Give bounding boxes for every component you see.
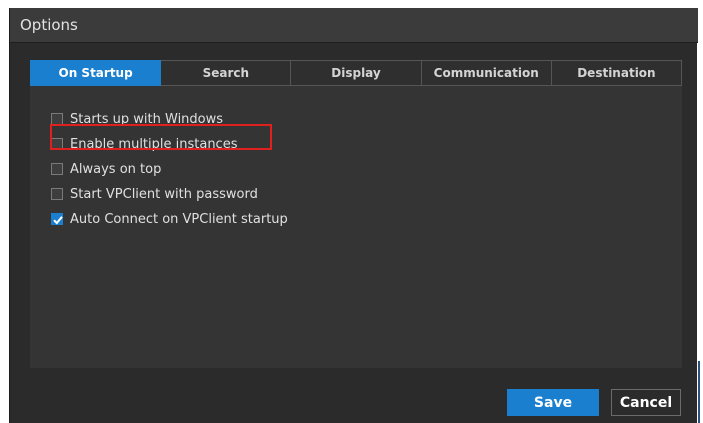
cancel-button[interactable]: Cancel [611,389,681,416]
start-with-password-checkbox[interactable] [51,188,63,200]
option-start-with-password[interactable]: Start VPClient with password [51,186,258,202]
tab-on-startup[interactable]: On Startup [30,60,162,86]
startup-options-panel: Starts up with Windows Enable multiple i… [30,86,682,368]
window-edge-divider [698,361,700,423]
options-dialog: Options On Startup Search Display Commun… [9,8,698,423]
tab-communication[interactable]: Communication [421,60,552,86]
tab-search[interactable]: Search [161,60,292,86]
always-on-top-checkbox[interactable] [51,163,63,175]
dialog-title: Options [20,16,78,34]
auto-connect-checkbox[interactable] [51,213,63,225]
option-label: Enable multiple instances [70,136,238,152]
checkmark-icon [53,216,63,225]
option-always-on-top[interactable]: Always on top [51,161,161,177]
option-auto-connect[interactable]: Auto Connect on VPClient startup [51,211,288,227]
option-starts-with-windows[interactable]: Starts up with Windows [51,111,223,127]
tab-display[interactable]: Display [291,60,422,86]
option-enable-multiple-instances[interactable]: Enable multiple instances [51,136,237,152]
starts-with-windows-checkbox[interactable] [51,113,63,125]
save-button[interactable]: Save [507,389,599,416]
option-label: Start VPClient with password [70,186,258,202]
enable-multiple-instances-checkbox[interactable] [51,138,63,150]
option-label: Auto Connect on VPClient startup [70,211,288,227]
option-label: Starts up with Windows [70,111,224,127]
tab-destination[interactable]: Destination [551,60,683,86]
title-bar[interactable]: Options [10,8,698,43]
tab-bar: On Startup Search Display Communication … [30,60,683,86]
option-label: Always on top [70,161,162,177]
